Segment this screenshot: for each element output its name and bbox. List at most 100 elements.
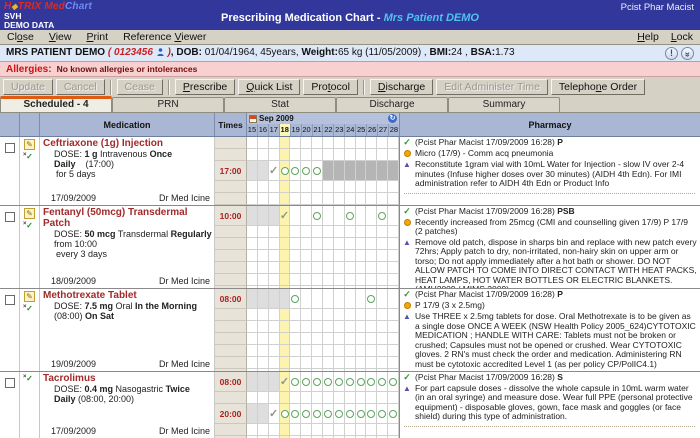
menu-item-close[interactable]: Close	[7, 31, 34, 43]
timeline-cell	[290, 286, 301, 288]
timeline-cell[interactable]	[312, 161, 323, 181]
timeline-cell[interactable]	[366, 289, 377, 309]
timeline-cell	[323, 181, 334, 193]
refresh-icon[interactable]: ↻	[388, 114, 397, 123]
medication-row[interactable]: ✓×TacrolimusDOSE: 0.4 mg Nasogastric Twi…	[0, 371, 700, 438]
timeline-cell[interactable]	[323, 372, 334, 392]
timeline-cell[interactable]: ✓	[269, 404, 280, 424]
timeline-cell	[280, 424, 291, 436]
timeline-cell	[280, 345, 291, 357]
order-note-icon[interactable]: ✎	[24, 291, 35, 302]
timeline-cell[interactable]	[388, 404, 399, 424]
timeline-cell	[290, 333, 301, 345]
header-times: Times	[215, 113, 247, 136]
prescribe-button[interactable]: Prescribe	[175, 79, 235, 95]
menu-item-view[interactable]: View	[49, 31, 72, 43]
timeline-cell[interactable]	[323, 404, 334, 424]
row-checkbox[interactable]	[5, 143, 15, 153]
timeline-cell[interactable]	[334, 372, 345, 392]
timeline-cell[interactable]	[356, 404, 367, 424]
timeline-cell	[388, 262, 399, 274]
timeline-cell[interactable]	[301, 404, 312, 424]
timeline-cell[interactable]	[377, 372, 388, 392]
timeline-cell	[334, 250, 345, 262]
timeline-cell	[323, 149, 334, 161]
day-header-16: 16	[257, 124, 268, 136]
timeline-cell[interactable]	[366, 404, 377, 424]
tab-summary[interactable]: Summary	[448, 97, 560, 112]
day-header-18: 18	[279, 124, 290, 136]
menu-item-lock[interactable]: Lock	[671, 31, 693, 43]
telephone-order-button[interactable]: Telephone Order	[551, 79, 645, 95]
calendar-icon[interactable]	[249, 115, 257, 123]
prescription-footer: 19/09/2009Dr Med Icine	[43, 359, 212, 370]
tab-stat[interactable]: Stat	[224, 97, 336, 112]
timeline-cell[interactable]	[312, 206, 323, 226]
chart-review-icon[interactable]: ✓×	[24, 221, 35, 232]
timeline-cell[interactable]	[345, 206, 356, 226]
tab-scheduled-4[interactable]: Scheduled - 4	[0, 96, 112, 112]
timeline-cell[interactable]	[345, 372, 356, 392]
timeline-cell[interactable]	[301, 161, 312, 181]
timeline-cell[interactable]	[312, 404, 323, 424]
row-checkbox[interactable]	[5, 212, 15, 222]
medication-row[interactable]: ✎✓×Ceftriaxone (1g) InjectionDOSE: 1 g I…	[0, 137, 700, 205]
timeline-cell[interactable]	[290, 372, 301, 392]
menu-item-help[interactable]: Help	[637, 31, 659, 43]
row-checkbox[interactable]	[5, 295, 15, 305]
timeline-cell[interactable]	[312, 372, 323, 392]
timeline-cell	[269, 262, 280, 274]
tab-prn[interactable]: PRN	[112, 97, 224, 112]
timeline-cell	[345, 309, 356, 321]
timeline-cell[interactable]	[356, 372, 367, 392]
timeline-cell[interactable]	[280, 161, 291, 181]
due-dose-icon	[302, 167, 310, 175]
order-note-icon[interactable]: ✎	[24, 139, 35, 150]
dose-line: DOSE: 0.4 mg Nasogastric Twice Daily (08…	[43, 384, 212, 404]
timeline-cell[interactable]	[301, 372, 312, 392]
timeline-cell	[301, 289, 312, 309]
advice-triangle-icon: ▲	[403, 312, 411, 321]
timeline-cell[interactable]	[280, 404, 291, 424]
timeline-cell	[388, 286, 399, 288]
timeline-cell	[247, 238, 258, 250]
timeline-cell[interactable]	[345, 404, 356, 424]
menu-item-reference-viewer[interactable]: Reference Viewer	[123, 31, 206, 43]
due-dose-icon	[313, 378, 321, 386]
row-checkbox[interactable]	[5, 378, 15, 388]
discharge-button[interactable]: Discharge	[370, 79, 433, 95]
prescriber-name: Dr Med Icine	[159, 276, 210, 286]
time-spacer	[215, 226, 247, 238]
timeline-cell[interactable]	[366, 372, 377, 392]
chart-review-icon[interactable]: ✓×	[24, 374, 35, 385]
pharmacist-check-icon: ✓	[403, 289, 411, 299]
timeline-cell	[366, 193, 377, 205]
timeline-cells	[247, 238, 399, 250]
medication-row[interactable]: ✎✓×Fentanyl (50mcg) Transdermal PatchDOS…	[0, 205, 700, 288]
timeline-cell[interactable]	[377, 404, 388, 424]
pharmacy-note: ✓(Pcist Phar Macist 17/09/2009 16:28) P	[402, 138, 697, 148]
chart-review-icon[interactable]: ✓×	[24, 152, 35, 163]
timeline-cell[interactable]	[290, 289, 301, 309]
timeline-cell[interactable]	[377, 206, 388, 226]
timeline-cell[interactable]	[290, 161, 301, 181]
timeline-cell[interactable]: ✓	[269, 161, 280, 181]
timeline-cell	[258, 357, 269, 369]
alerts-icon[interactable]: !	[665, 47, 678, 60]
tab-discharge[interactable]: Discharge	[336, 97, 448, 112]
order-note-icon[interactable]: ✎	[24, 208, 35, 219]
chart-review-icon[interactable]: ✓×	[24, 304, 35, 315]
timeline-cell	[258, 274, 269, 286]
timeline-cell[interactable]	[334, 404, 345, 424]
protocol-button[interactable]: Protocol	[303, 79, 358, 95]
timeline-cell[interactable]: ✓	[280, 206, 291, 226]
timeline-cell	[377, 238, 388, 250]
expand-icon[interactable]: »	[681, 47, 694, 60]
menu-item-print[interactable]: Print	[86, 31, 108, 43]
pharmacy-note: ✓(Pcist Phar Macist 17/09/2009 16:28) P	[402, 290, 697, 300]
quick-list-button[interactable]: Quick List	[238, 79, 300, 95]
medication-row[interactable]: ✎✓×Methotrexate TabletDOSE: 7.5 mg Oral …	[0, 288, 700, 371]
timeline-cell[interactable]	[290, 404, 301, 424]
timeline-cell[interactable]: ✓	[280, 372, 291, 392]
timeline-cell[interactable]	[388, 372, 399, 392]
